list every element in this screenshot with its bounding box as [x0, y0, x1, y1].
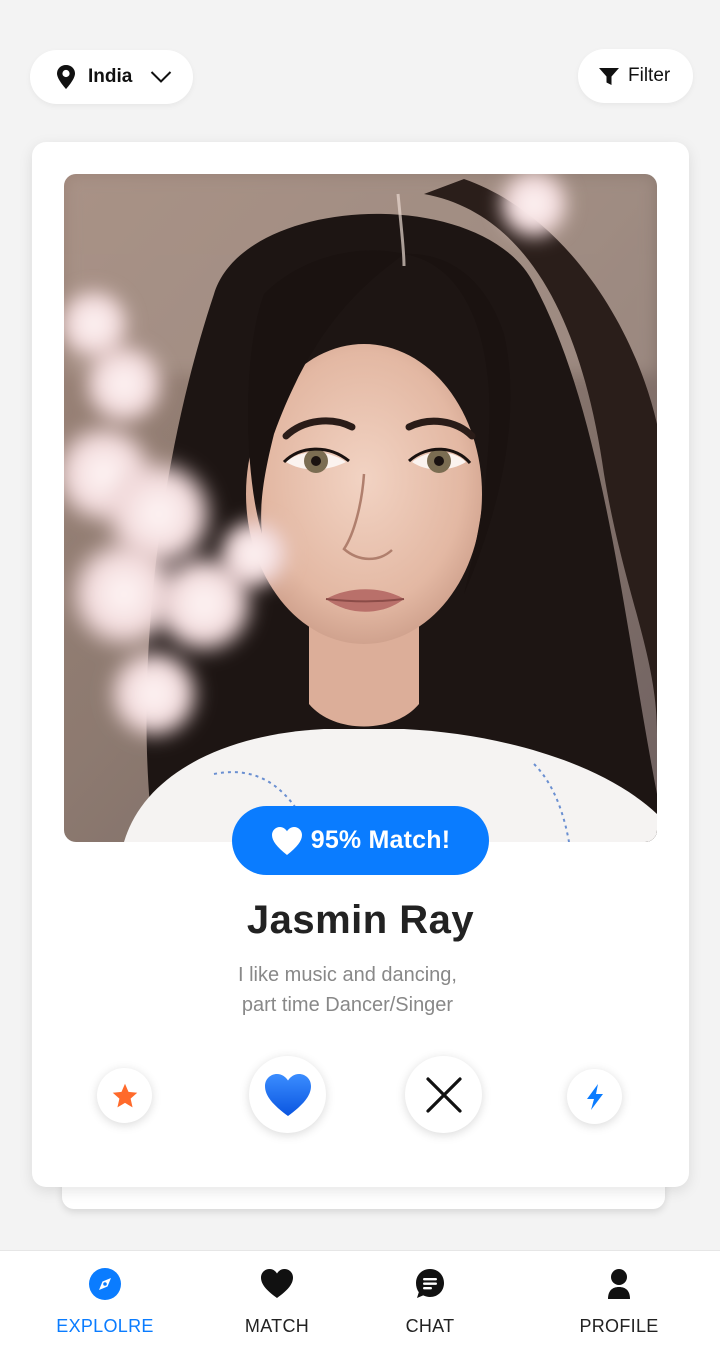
filter-funnel-icon — [599, 68, 619, 85]
nav-chat[interactable]: CHAT — [360, 1251, 500, 1360]
super-like-button[interactable] — [97, 1068, 152, 1123]
nav-match[interactable]: MATCH — [207, 1251, 347, 1360]
match-percent: 95% Match! — [310, 826, 451, 854]
profile-photo — [64, 174, 657, 842]
match-badge: 95% Match! — [232, 806, 489, 875]
like-button[interactable] — [249, 1056, 326, 1133]
nav-profile-label: PROFILE — [579, 1316, 659, 1336]
pass-button[interactable] — [405, 1056, 482, 1133]
boost-button[interactable] — [567, 1069, 622, 1124]
profile-name: Jasmin Ray — [246, 898, 475, 942]
heart-icon — [264, 1073, 311, 1116]
nav-explore-label: EXPLOLRE — [56, 1316, 154, 1336]
location-pin-icon — [57, 65, 75, 89]
person-icon — [608, 1269, 630, 1299]
filter-label: Filter — [628, 65, 671, 86]
chat-bubble-icon — [416, 1269, 444, 1298]
nav-chat-label: CHAT — [405, 1316, 455, 1336]
compass-icon — [89, 1268, 121, 1300]
lightning-icon — [586, 1083, 603, 1110]
nav-match-label: MATCH — [244, 1316, 310, 1336]
profile-card[interactable]: 95% Match! Jasmin Ray I like music and d… — [32, 142, 689, 1187]
bottom-nav: EXPLOLRE MATCH CHAT PROFILE — [0, 1250, 720, 1360]
location-label: India — [88, 66, 133, 87]
heart-icon — [271, 826, 302, 855]
nav-explore[interactable]: EXPLOLRE — [35, 1251, 175, 1360]
filter-button[interactable]: Filter — [578, 49, 693, 103]
nav-profile[interactable]: PROFILE — [549, 1251, 689, 1360]
heart-icon — [261, 1269, 293, 1298]
star-icon — [112, 1083, 137, 1107]
bio-line: I like music and dancing, — [237, 964, 457, 986]
close-icon — [425, 1076, 462, 1113]
profile-bio: I like music and dancing, part time Danc… — [32, 960, 663, 1020]
bio-line: part time Dancer/Singer — [241, 994, 454, 1016]
chevron-down-icon — [151, 71, 172, 83]
location-selector[interactable]: India — [30, 50, 193, 104]
